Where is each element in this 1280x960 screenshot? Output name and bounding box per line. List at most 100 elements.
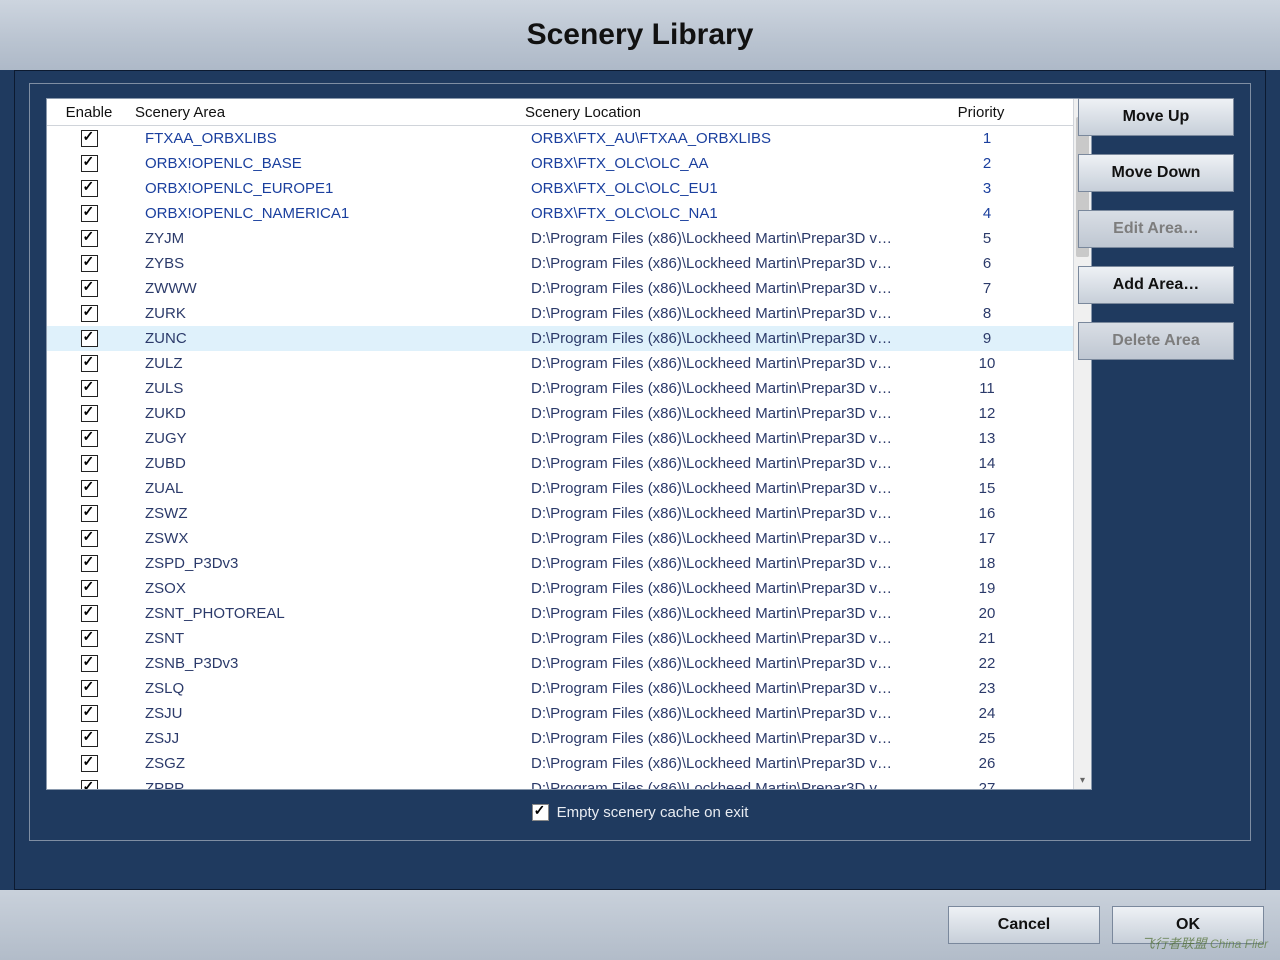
enable-checkbox[interactable]: [81, 605, 98, 622]
enable-cell: [47, 155, 131, 173]
table-row[interactable]: ZPPPD:\Program Files (x86)\Lockheed Mart…: [47, 776, 1091, 789]
table-row[interactable]: ZURKD:\Program Files (x86)\Lockheed Mart…: [47, 301, 1091, 326]
location-cell: D:\Program Files (x86)\Lockheed Martin\P…: [531, 530, 933, 547]
table-row[interactable]: ZSJUD:\Program Files (x86)\Lockheed Mart…: [47, 701, 1091, 726]
table-row[interactable]: ZUKDD:\Program Files (x86)\Lockheed Mart…: [47, 401, 1091, 426]
table-header: Enable Scenery Area Scenery Location Pri…: [47, 99, 1091, 126]
area-cell: ZSOX: [131, 580, 531, 597]
edit-area-button[interactable]: Edit Area…: [1078, 210, 1234, 248]
table-row[interactable]: ZSLQD:\Program Files (x86)\Lockheed Mart…: [47, 676, 1091, 701]
table-row[interactable]: ORBX!OPENLC_EUROPE1ORBX\FTX_OLC\OLC_EU13: [47, 176, 1091, 201]
enable-checkbox[interactable]: [81, 530, 98, 547]
move-up-button[interactable]: Move Up: [1078, 98, 1234, 136]
enable-checkbox[interactable]: [81, 355, 98, 372]
area-cell: ZULS: [131, 380, 531, 397]
enable-checkbox[interactable]: [81, 380, 98, 397]
enable-checkbox[interactable]: [81, 305, 98, 322]
table-row[interactable]: ZWWWD:\Program Files (x86)\Lockheed Mart…: [47, 276, 1091, 301]
location-cell: D:\Program Files (x86)\Lockheed Martin\P…: [531, 305, 933, 322]
priority-cell: 26: [933, 755, 1041, 772]
area-cell: ORBX!OPENLC_EUROPE1: [131, 180, 531, 197]
table-row[interactable]: ZSOXD:\Program Files (x86)\Lockheed Mart…: [47, 576, 1091, 601]
area-cell: ZSGZ: [131, 755, 531, 772]
table-row[interactable]: ZSNB_P3Dv3D:\Program Files (x86)\Lockhee…: [47, 651, 1091, 676]
add-area-button[interactable]: Add Area…: [1078, 266, 1234, 304]
enable-checkbox[interactable]: [81, 130, 98, 147]
priority-cell: 4: [933, 205, 1041, 222]
enable-checkbox[interactable]: [81, 455, 98, 472]
enable-cell: [47, 430, 131, 448]
enable-checkbox[interactable]: [81, 505, 98, 522]
enable-checkbox[interactable]: [81, 655, 98, 672]
enable-checkbox[interactable]: [81, 155, 98, 172]
delete-area-button[interactable]: Delete Area: [1078, 322, 1234, 360]
table-row[interactable]: ZSPD_P3Dv3D:\Program Files (x86)\Lockhee…: [47, 551, 1091, 576]
area-cell: ZSNT: [131, 630, 531, 647]
table-row[interactable]: FTXAA_ORBXLIBSORBX\FTX_AU\FTXAA_ORBXLIBS…: [47, 126, 1091, 151]
priority-cell: 16: [933, 505, 1041, 522]
enable-cell: [47, 230, 131, 248]
area-cell: ZUGY: [131, 430, 531, 447]
table-row[interactable]: ZSNT_PHOTOREALD:\Program Files (x86)\Loc…: [47, 601, 1091, 626]
table-row[interactable]: ZUBDD:\Program Files (x86)\Lockheed Mart…: [47, 451, 1091, 476]
table-row[interactable]: ORBX!OPENLC_NAMERICA1ORBX\FTX_OLC\OLC_NA…: [47, 201, 1091, 226]
enable-checkbox[interactable]: [81, 205, 98, 222]
enable-checkbox[interactable]: [81, 780, 98, 789]
enable-checkbox[interactable]: [81, 680, 98, 697]
col-priority[interactable]: Priority: [927, 104, 1035, 121]
table-row[interactable]: ZSGZD:\Program Files (x86)\Lockheed Mart…: [47, 751, 1091, 776]
area-cell: ZUKD: [131, 405, 531, 422]
cache-checkbox[interactable]: [532, 804, 549, 821]
col-enable[interactable]: Enable: [47, 104, 131, 121]
table-row[interactable]: ZSWXD:\Program Files (x86)\Lockheed Mart…: [47, 526, 1091, 551]
table-row[interactable]: ZUALD:\Program Files (x86)\Lockheed Mart…: [47, 476, 1091, 501]
enable-checkbox[interactable]: [81, 330, 98, 347]
watermark-en: China Flier: [1210, 937, 1268, 951]
table-row[interactable]: ZSWZD:\Program Files (x86)\Lockheed Mart…: [47, 501, 1091, 526]
col-area[interactable]: Scenery Area: [131, 104, 521, 121]
table-row[interactable]: ZSNTD:\Program Files (x86)\Lockheed Mart…: [47, 626, 1091, 651]
enable-checkbox[interactable]: [81, 730, 98, 747]
enable-cell: [47, 480, 131, 498]
enable-cell: [47, 205, 131, 223]
enable-checkbox[interactable]: [81, 180, 98, 197]
priority-cell: 8: [933, 305, 1041, 322]
location-cell: D:\Program Files (x86)\Lockheed Martin\P…: [531, 230, 933, 247]
priority-cell: 24: [933, 705, 1041, 722]
table-row[interactable]: ZYJMD:\Program Files (x86)\Lockheed Mart…: [47, 226, 1091, 251]
location-cell: D:\Program Files (x86)\Lockheed Martin\P…: [531, 380, 933, 397]
location-cell: ORBX\FTX_OLC\OLC_EU1: [531, 180, 933, 197]
enable-cell: [47, 630, 131, 648]
area-cell: ZSNB_P3Dv3: [131, 655, 531, 672]
enable-checkbox[interactable]: [81, 405, 98, 422]
enable-checkbox[interactable]: [81, 255, 98, 272]
move-down-button[interactable]: Move Down: [1078, 154, 1234, 192]
table-row[interactable]: ZYBSD:\Program Files (x86)\Lockheed Mart…: [47, 251, 1091, 276]
table-row[interactable]: ZUNCD:\Program Files (x86)\Lockheed Mart…: [47, 326, 1091, 351]
cancel-button[interactable]: Cancel: [948, 906, 1100, 944]
enable-checkbox[interactable]: [81, 480, 98, 497]
table-row[interactable]: ORBX!OPENLC_BASEORBX\FTX_OLC\OLC_AA2: [47, 151, 1091, 176]
col-location[interactable]: Scenery Location: [521, 104, 927, 121]
table-row[interactable]: ZULSD:\Program Files (x86)\Lockheed Mart…: [47, 376, 1091, 401]
scroll-down-icon[interactable]: ▾: [1074, 772, 1091, 789]
enable-checkbox[interactable]: [81, 705, 98, 722]
enable-checkbox[interactable]: [81, 630, 98, 647]
enable-cell: [47, 305, 131, 323]
enable-cell: [47, 380, 131, 398]
enable-checkbox[interactable]: [81, 280, 98, 297]
enable-checkbox[interactable]: [81, 555, 98, 572]
table-body: FTXAA_ORBXLIBSORBX\FTX_AU\FTXAA_ORBXLIBS…: [47, 126, 1091, 789]
enable-checkbox[interactable]: [81, 430, 98, 447]
priority-cell: 7: [933, 280, 1041, 297]
side-buttons: Move Up Move Down Edit Area… Add Area… D…: [1078, 98, 1234, 360]
enable-cell: [47, 705, 131, 723]
enable-checkbox[interactable]: [81, 230, 98, 247]
area-cell: ZSPD_P3Dv3: [131, 555, 531, 572]
table-row[interactable]: ZUGYD:\Program Files (x86)\Lockheed Mart…: [47, 426, 1091, 451]
enable-checkbox[interactable]: [81, 580, 98, 597]
enable-checkbox[interactable]: [81, 755, 98, 772]
table-row[interactable]: ZULZD:\Program Files (x86)\Lockheed Mart…: [47, 351, 1091, 376]
title-bar: Scenery Library: [0, 0, 1280, 70]
table-row[interactable]: ZSJJD:\Program Files (x86)\Lockheed Mart…: [47, 726, 1091, 751]
